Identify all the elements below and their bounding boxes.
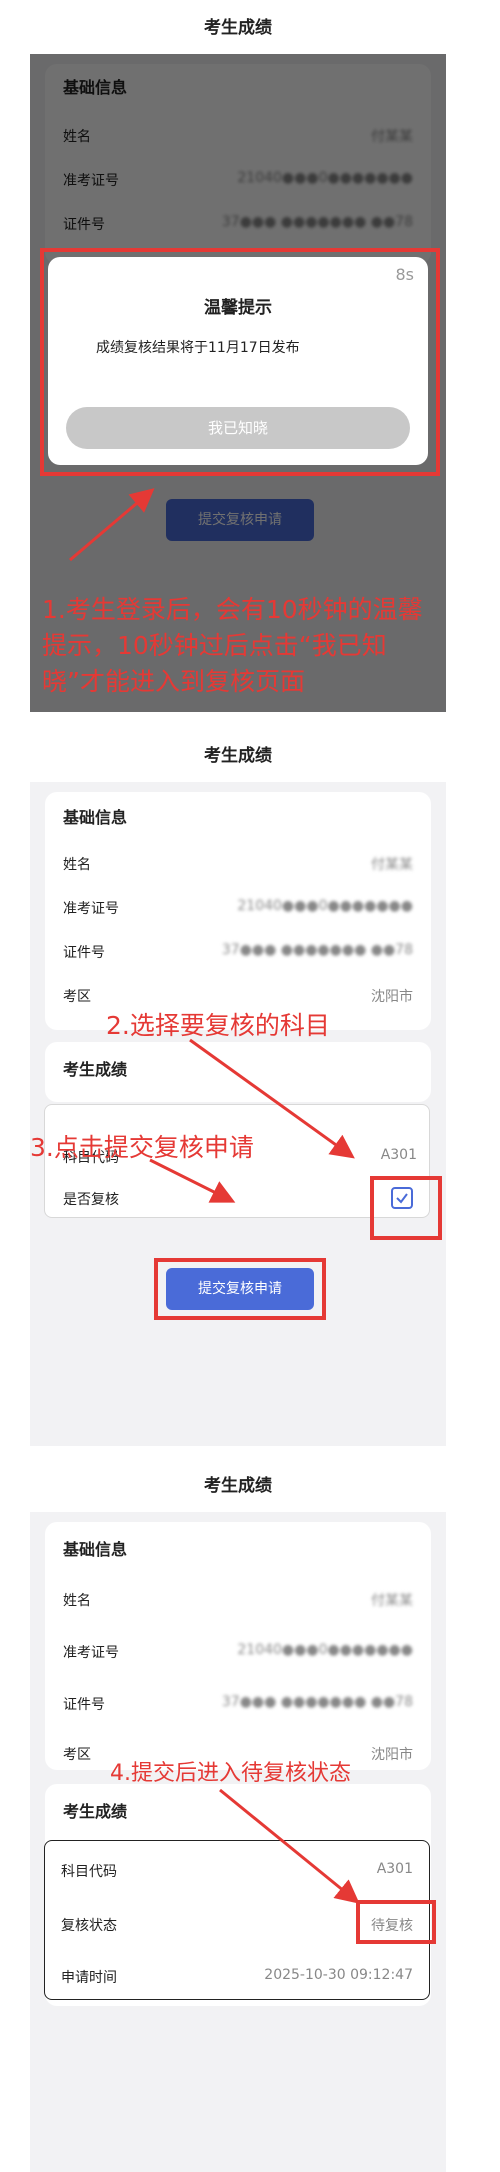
annotation-arrows xyxy=(69,488,360,1904)
arrow-step1 xyxy=(69,488,155,562)
arrow-step3 xyxy=(149,1158,236,1203)
arrow-step2 xyxy=(189,1038,355,1159)
arrow-step4 xyxy=(219,1788,360,1904)
